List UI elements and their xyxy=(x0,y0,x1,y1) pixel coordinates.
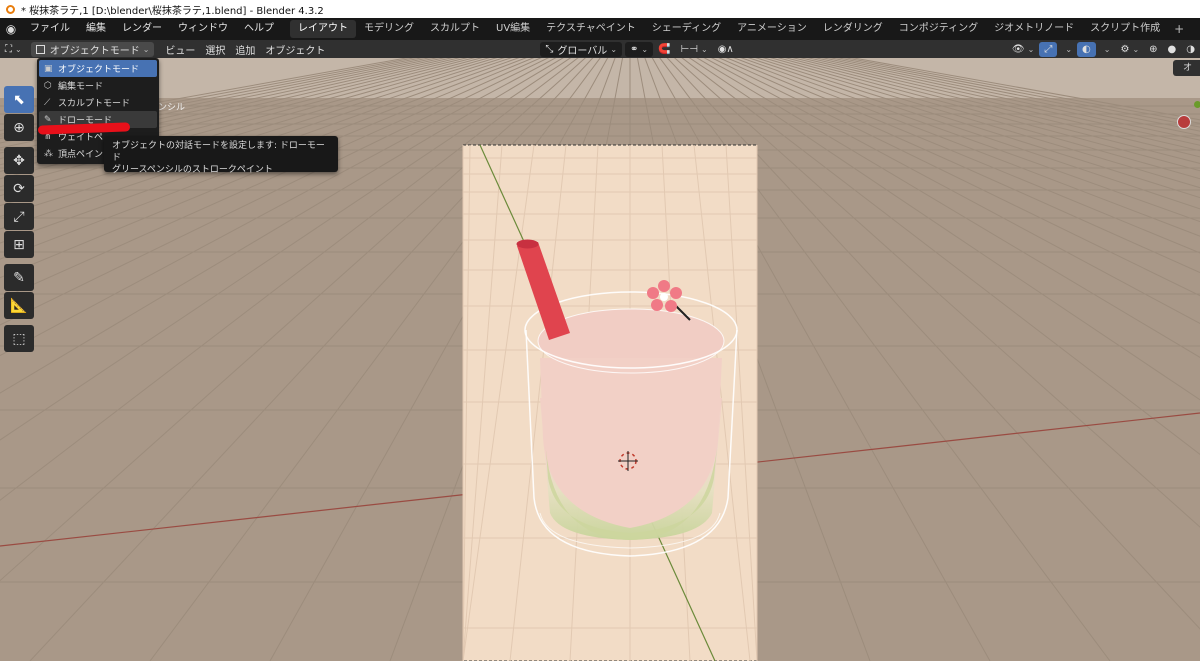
menu-render[interactable]: レンダー xyxy=(114,18,170,40)
navigation-gizmo-icon[interactable] xyxy=(1177,115,1191,129)
gizmo-menu-icon[interactable]: ⌄ xyxy=(1057,42,1077,57)
mode-label: オブジェクトモード xyxy=(49,45,140,57)
object-name-label: ンシル xyxy=(158,103,186,113)
mode-item-edit[interactable]: ⬡ 編集モード xyxy=(39,77,157,94)
window-title: * 桜抹茶ラテ,1 [D:\blender\桜抹茶ラテ,1.blend] - B… xyxy=(21,5,324,17)
title-bar: * 桜抹茶ラテ,1 [D:\blender\桜抹茶ラテ,1.blend] - B… xyxy=(0,0,1200,18)
chevron-down-icon: ⌄ xyxy=(142,44,150,54)
visibility-icon[interactable]: 👁 ⌄ xyxy=(1007,42,1039,57)
edit-mode-icon: ⬡ xyxy=(44,80,52,91)
cursor-tool-icon[interactable]: ⊕ xyxy=(4,114,34,141)
tooltip-line-2: グリースペンシルのストロークペイント xyxy=(112,165,273,175)
mode-item-label: スカルプトモード xyxy=(58,99,131,109)
tab-animation[interactable]: アニメーション xyxy=(729,20,815,38)
menu-add[interactable]: 追加 xyxy=(230,42,260,57)
measure-tool-icon[interactable]: 📐 xyxy=(4,292,34,319)
scale-tool-icon[interactable]: ⤢ xyxy=(4,203,34,230)
menu-object[interactable]: オブジェクト xyxy=(260,42,330,57)
menu-window[interactable]: ウィンドウ xyxy=(170,18,236,40)
menu-edit[interactable]: 編集 xyxy=(78,18,114,40)
sculpt-mode-icon: ⟋ xyxy=(44,97,51,108)
mode-item-object[interactable]: ▣ オブジェクトモード xyxy=(39,60,157,77)
object-mode-icon: ▣ xyxy=(44,63,53,74)
mode-tooltip: オブジェクトの対話モードを設定します: ドローモード グリースペンシルのストロー… xyxy=(104,136,338,175)
pivot-point-icon[interactable]: ⚭ ⌄ xyxy=(625,41,654,57)
tab-sculpt[interactable]: スカルプト xyxy=(422,20,488,38)
tab-scripting[interactable]: スクリプト作成 xyxy=(1082,20,1168,38)
transform-orientation[interactable]: ⤡ グローバル ⌄ xyxy=(540,41,623,57)
blender-logo-icon xyxy=(6,4,15,14)
mode-item-sculpt[interactable]: ⟋ スカルプトモード xyxy=(39,94,157,111)
select-box-tool-icon[interactable]: ⬉ xyxy=(4,86,34,113)
blender-menu-icon[interactable]: ◉ xyxy=(0,18,22,40)
object-mode-icon xyxy=(35,44,45,54)
move-tool-icon[interactable]: ✥ xyxy=(4,147,34,174)
tab-texture-paint[interactable]: テクスチャペイント xyxy=(538,20,644,38)
mode-selector[interactable]: オブジェクトモード ⌄ xyxy=(30,41,155,57)
tab-modeling[interactable]: モデリング xyxy=(356,20,422,38)
tab-rendering[interactable]: レンダリング xyxy=(815,20,891,38)
draw-mode-icon: ✎ xyxy=(44,114,52,125)
proportional-edit-icon[interactable]: ◉∧ xyxy=(713,42,739,57)
menu-help[interactable]: ヘルプ xyxy=(236,18,282,40)
annotate-tool-icon[interactable]: ✎ xyxy=(4,264,34,291)
menu-select[interactable]: 選択 xyxy=(200,42,230,57)
tab-shading[interactable]: シェーディング xyxy=(644,20,729,38)
tab-uv-editing[interactable]: UV編集 xyxy=(488,20,538,38)
sidebar-tab[interactable]: オ xyxy=(1173,60,1200,76)
tab-compositing[interactable]: コンポジティング xyxy=(891,20,986,38)
mode-item-label: 頂点ペイン xyxy=(58,150,104,160)
horizon xyxy=(0,58,1200,98)
editor-type-icon[interactable]: ⛶ ⌄ xyxy=(0,42,27,57)
transform-tool-icon[interactable]: ⊞ xyxy=(4,231,34,258)
wireframe-icon[interactable]: ⊕ xyxy=(1144,42,1162,57)
viewport-header: ⛶ ⌄ オブジェクトモード ⌄ ビュー 選択 追加 オブジェクト ⤡ グローバル … xyxy=(0,40,1200,58)
gizmo-y-axis-icon[interactable] xyxy=(1194,101,1200,108)
tab-layout[interactable]: レイアウト xyxy=(290,20,356,38)
tooltip-line-1: オブジェクトの対話モードを設定します: ドローモード xyxy=(112,141,325,163)
xray-icon[interactable]: ⚙ ⌄ xyxy=(1115,42,1144,57)
material-shading-icon[interactable]: ◑ xyxy=(1181,42,1200,57)
tool-shelf: ⬉ ⊕ ✥ ⟳ ⤢ ⊞ ✎ 📐 ⬚ xyxy=(4,86,37,353)
menu-file[interactable]: ファイル xyxy=(22,18,78,40)
mode-item-label: オブジェクトモード xyxy=(58,65,140,75)
orientation-icon: ⤡ xyxy=(545,43,554,55)
menu-view[interactable]: ビュー xyxy=(160,42,200,57)
tab-geometry-nodes[interactable]: ジオメトリノード xyxy=(986,20,1082,38)
add-cube-tool-icon[interactable]: ⬚ xyxy=(4,325,34,352)
mode-item-label: 編集モード xyxy=(58,82,104,92)
solid-shading-icon[interactable]: ● xyxy=(1163,42,1182,57)
orientation-label: グローバル xyxy=(557,45,608,57)
snap-icon[interactable]: 🧲 xyxy=(653,42,675,57)
vertex-paint-icon: ⁂ xyxy=(44,148,53,159)
overlay-menu-icon[interactable]: ⌄ xyxy=(1096,42,1116,57)
gizmo-icon[interactable]: ⤢ xyxy=(1039,41,1058,57)
add-workspace-icon[interactable]: + xyxy=(1168,22,1190,36)
snap-target-icon[interactable]: ⊢⊣ ⌄ xyxy=(676,42,713,57)
overlay-icon[interactable]: ◐ xyxy=(1077,41,1096,57)
rotate-tool-icon[interactable]: ⟳ xyxy=(4,175,34,202)
top-menu-bar: ◉ ファイル 編集 レンダー ウィンドウ ヘルプ レイアウト モデリング スカル… xyxy=(0,18,1200,40)
